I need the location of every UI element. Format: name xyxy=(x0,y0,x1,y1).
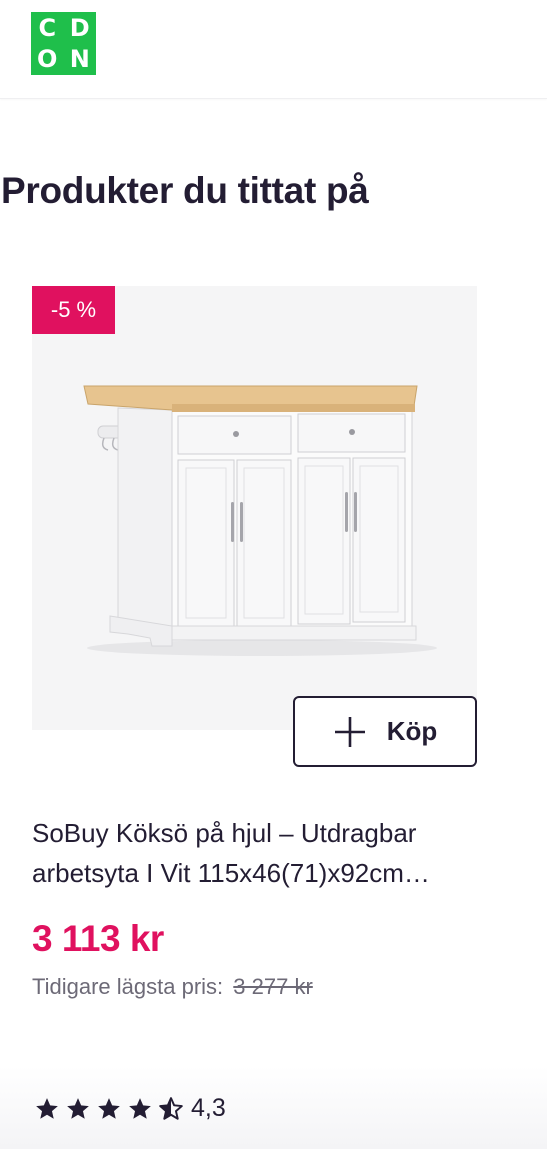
previous-price-value: 3 277 kr xyxy=(233,974,313,999)
logo-letter-d: D xyxy=(63,12,96,44)
previous-lowest-price: Tidigare lägsta pris: 3 277 kr xyxy=(32,974,313,1000)
cdon-logo[interactable]: C D O N xyxy=(31,12,96,75)
buy-button[interactable]: Köp xyxy=(293,696,477,767)
star-full-icon xyxy=(36,1097,58,1119)
product-rating: 4,3 xyxy=(34,1094,226,1123)
section-title: Produkter du tittat på xyxy=(1,170,369,211)
product-title[interactable]: SoBuy Köksö på hjul – Utdragbar arbetsyt… xyxy=(32,813,482,893)
product-image[interactable] xyxy=(32,286,477,730)
star-full-icon xyxy=(129,1097,151,1119)
star-half-icon xyxy=(159,1096,183,1120)
logo-letter-c: C xyxy=(31,12,64,44)
discount-badge: -5 % xyxy=(32,286,115,334)
star-full-icon xyxy=(67,1097,89,1119)
plus-icon xyxy=(334,716,365,747)
buy-button-label: Köp xyxy=(386,716,438,746)
site-header: C D O N xyxy=(0,0,547,99)
logo-letter-n: N xyxy=(63,43,96,75)
rating-value: 4,3 xyxy=(191,1094,226,1122)
logo-letter-o: O xyxy=(31,43,64,75)
star-full-icon xyxy=(98,1097,120,1119)
product-price: 3 113 kr xyxy=(32,918,164,959)
previous-price-label: Tidigare lägsta pris: xyxy=(32,974,224,999)
kitchen-island-illustration xyxy=(83,385,437,656)
